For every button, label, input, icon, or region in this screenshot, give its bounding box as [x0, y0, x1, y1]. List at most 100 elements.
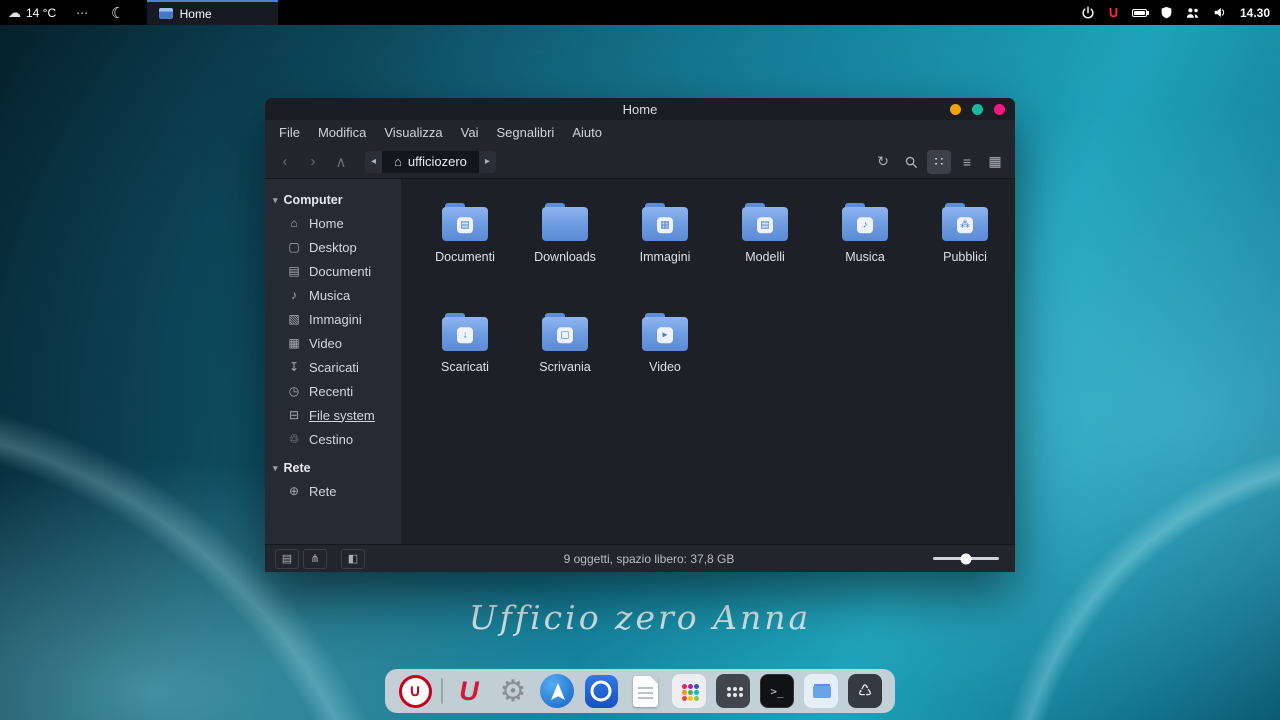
icon-view-button[interactable]: ∷ [927, 150, 951, 174]
dock-item-uzl-app[interactable]: U [451, 673, 487, 709]
sidebar-item-video[interactable]: ▦ Video [265, 331, 401, 355]
downloads-icon: ↧ [287, 360, 301, 374]
folder-item-documenti[interactable]: ▤ Documenti [417, 201, 513, 297]
chevron-down-icon: ▾ [273, 463, 278, 474]
sidebar-item-home[interactable]: ⌂ Home [265, 211, 401, 235]
panel-right: ∪ 14.30 [1081, 0, 1280, 25]
folder-item-scrivania[interactable]: ▢ Scrivania [517, 311, 613, 407]
up-button[interactable]: ∧ [329, 150, 353, 174]
dock-item-browser[interactable] [539, 673, 575, 709]
ufficiozero-logo-icon[interactable]: ∪ [1108, 5, 1119, 20]
menu-segnalibri[interactable]: Segnalibri [489, 123, 563, 142]
compact-view-button[interactable]: ▦ [983, 150, 1007, 174]
sidebar-item-file-system[interactable]: ⊟ File system [265, 403, 401, 427]
uzl-app-icon: U [459, 676, 479, 707]
minimize-button[interactable] [950, 104, 961, 115]
clock[interactable]: 14.30 [1240, 6, 1270, 20]
folder-icon [542, 207, 588, 241]
titlebar-buttons [950, 98, 1005, 120]
menu-vai[interactable]: Vai [453, 123, 487, 142]
weather-widget[interactable]: ☁ 14 °C [0, 5, 66, 21]
sidebar-item-rete[interactable]: ⊕ Rete [265, 479, 401, 503]
sidebar-item-musica[interactable]: ♪ Musica [265, 283, 401, 307]
dock-item-character-map[interactable] [671, 673, 707, 709]
toolbar: ‹ › ∧ ◂ ⌂ ufficiozero ▸ ↻ ∷ ≡ ▦ [265, 145, 1015, 179]
sidebar: ▾ Computer ⌂ Home ▢ Desktop ▤ Documenti … [265, 179, 401, 544]
dock-item-text-editor[interactable] [627, 673, 663, 709]
breadcrumb-scroll-right[interactable]: ▸ [479, 151, 496, 173]
titlebar[interactable]: Home [265, 98, 1015, 120]
folder-item-downloads[interactable]: Downloads [517, 201, 613, 297]
sidebar-item-documenti[interactable]: ▤ Documenti [265, 259, 401, 283]
folder-view[interactable]: ▤ Documenti Downloads ▦ Immagini ▤ Model… [401, 179, 1015, 544]
terminal-icon: >_ [760, 674, 794, 708]
sidebar-item-desktop[interactable]: ▢ Desktop [265, 235, 401, 259]
statusbar: ▤ ⋔ ◧ 9 oggetti, spazio libero: 37,8 GB [265, 544, 1015, 572]
breadcrumb-scroll-left[interactable]: ◂ [365, 151, 382, 173]
folder-item-immagini[interactable]: ▦ Immagini [617, 201, 713, 297]
dock-item-terminal[interactable]: >_ [759, 673, 795, 709]
shield-icon[interactable] [1160, 6, 1173, 19]
folder-item-scaricati[interactable]: ↓ Scaricati [417, 311, 513, 407]
volume-icon[interactable] [1213, 6, 1227, 19]
reload-icon[interactable]: ↻ [871, 150, 895, 174]
close-button[interactable] [994, 104, 1005, 115]
folder-icon: ▤ [442, 207, 488, 241]
video-icon: ▦ [287, 336, 301, 350]
panel-overflow-button[interactable]: ⋯ [66, 6, 99, 20]
battery-icon[interactable] [1132, 9, 1147, 17]
music-emblem-icon: ♪ [857, 217, 873, 233]
night-mode-icon[interactable]: ☾ [99, 4, 136, 22]
sidebar-item-recenti[interactable]: ◷ Recenti [265, 379, 401, 403]
list-view-button[interactable]: ≡ [955, 150, 979, 174]
status-text: 9 oggetti, spazio libero: 37,8 GB [365, 552, 933, 566]
sidebar-item-scaricati[interactable]: ↧ Scaricati [265, 355, 401, 379]
menu-aiuto[interactable]: Aiuto [564, 123, 610, 142]
dock-item-settings[interactable]: ⚙ [495, 673, 531, 709]
zoom-slider[interactable] [933, 557, 999, 560]
dock-item-app-menu[interactable]: ∪ [397, 673, 433, 709]
breadcrumb-current[interactable]: ⌂ ufficiozero [382, 151, 479, 173]
maximize-button[interactable] [972, 104, 983, 115]
dock-item-file-manager[interactable] [803, 673, 839, 709]
dock-item-recycle[interactable]: ♺ [847, 673, 883, 709]
hide-side-pane-button[interactable]: ◧ [341, 549, 365, 569]
dock-item-web-app[interactable] [583, 673, 619, 709]
folder-icon: ▦ [642, 207, 688, 241]
picture-emblem-icon: ▦ [657, 217, 673, 233]
home-icon: ⌂ [394, 154, 402, 169]
dock-item-keyboard[interactable] [715, 673, 751, 709]
taskbar-item-home[interactable]: Home [147, 0, 278, 25]
users-icon[interactable] [1186, 6, 1200, 19]
breadcrumb-path: ufficiozero [408, 154, 467, 169]
sidebar-section-computer[interactable]: ▾ Computer [265, 189, 401, 211]
sidebar-item-immagini[interactable]: ▧ Immagini [265, 307, 401, 331]
section-label: Computer [284, 193, 343, 207]
sidebar-section-rete[interactable]: ▾ Rete [265, 457, 401, 479]
window-body: ▾ Computer ⌂ Home ▢ Desktop ▤ Documenti … [265, 179, 1015, 544]
browser-icon [540, 674, 574, 708]
folder-item-pubblici[interactable]: ⁂ Pubblici [917, 201, 1013, 297]
weather-temp: 14 °C [26, 6, 56, 20]
zoom-slider-knob[interactable] [961, 553, 972, 564]
forward-button[interactable]: › [301, 150, 325, 174]
folder-icon: ▢ [542, 317, 588, 351]
sidebar-item-cestino[interactable]: ♲ Cestino [265, 427, 401, 451]
show-tree-pane-button[interactable]: ⋔ [303, 549, 327, 569]
ufficiozero-menu-icon: ∪ [399, 675, 432, 708]
folder-item-musica[interactable]: ♪ Musica [817, 201, 913, 297]
power-icon[interactable] [1081, 6, 1095, 20]
web-app-icon [585, 675, 618, 708]
download-emblem-icon: ↓ [457, 327, 473, 343]
menu-file[interactable]: File [271, 123, 308, 142]
search-icon[interactable] [899, 150, 923, 174]
menu-modifica[interactable]: Modifica [310, 123, 374, 142]
file-manager-icon [804, 674, 838, 708]
folder-item-video[interactable]: ▸ Video [617, 311, 713, 407]
show-directories-pane-button[interactable]: ▤ [275, 549, 299, 569]
breadcrumb: ◂ ⌂ ufficiozero ▸ [365, 151, 496, 173]
clock-icon: ◷ [287, 384, 301, 398]
back-button[interactable]: ‹ [273, 150, 297, 174]
menu-visualizza[interactable]: Visualizza [376, 123, 450, 142]
folder-item-modelli[interactable]: ▤ Modelli [717, 201, 813, 297]
